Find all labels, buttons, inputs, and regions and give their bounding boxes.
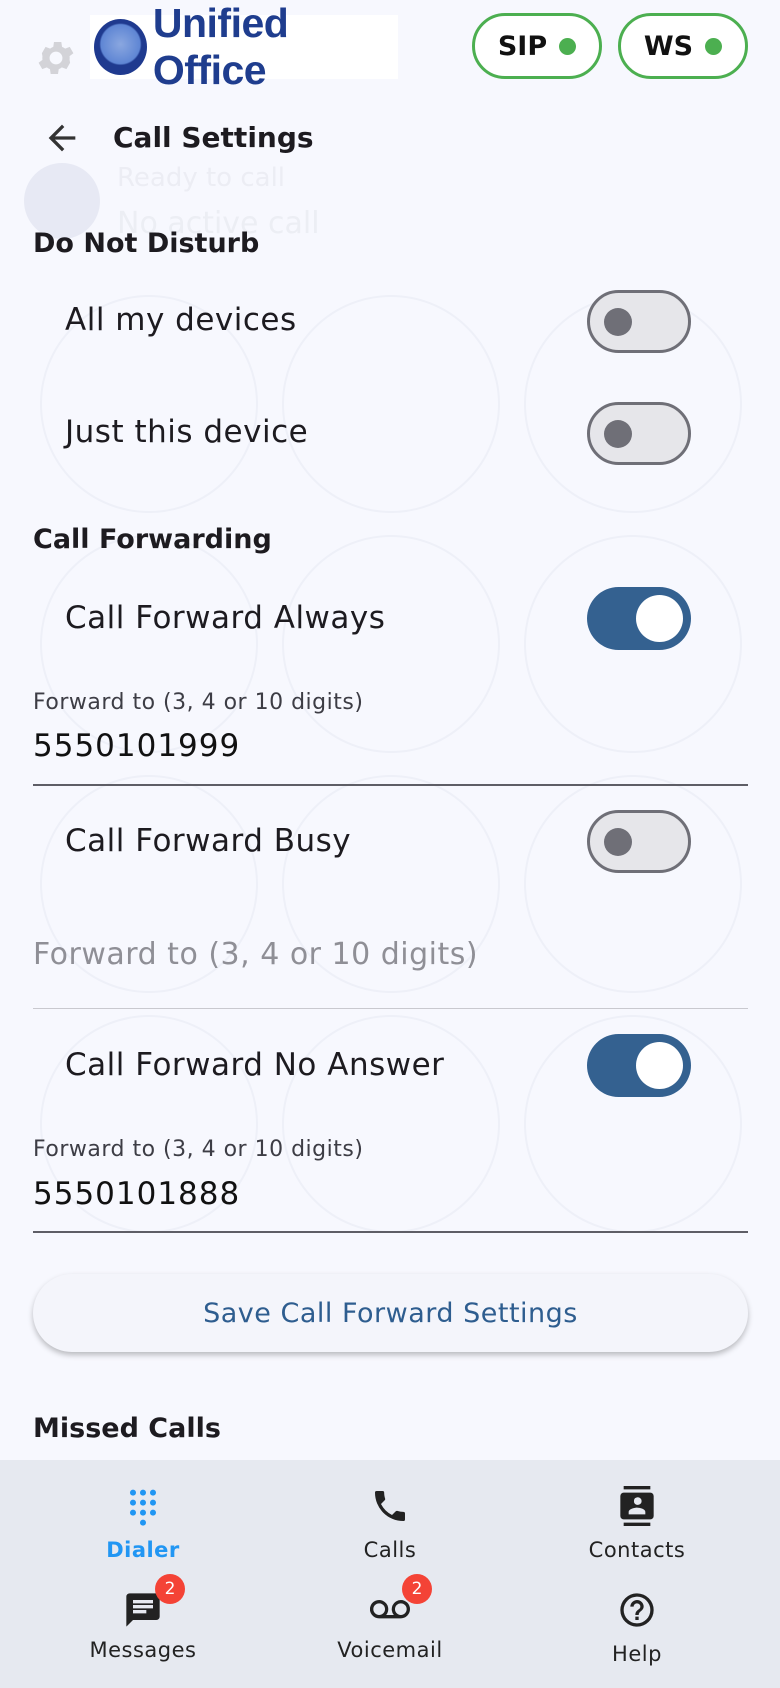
cf-always-underline [33, 784, 748, 786]
contacts-icon [620, 1486, 654, 1526]
cf-always-toggle[interactable] [587, 587, 691, 650]
missed-calls-heading: Missed Calls [33, 1413, 221, 1444]
cf-no-answer-underline [33, 1231, 748, 1233]
sip-status-pill[interactable]: SIP [472, 13, 602, 79]
ws-status-dot-icon [705, 37, 723, 55]
cf-always-input[interactable]: 5550101999 [33, 728, 240, 764]
cf-no-answer-input[interactable]: 5550101888 [33, 1176, 240, 1212]
dialpad-icon [130, 1489, 156, 1526]
help-icon [620, 1593, 654, 1627]
nav-contacts[interactable]: Contacts [537, 1486, 737, 1562]
cf-busy-input[interactable]: Forward to (3, 4 or 10 digits) [33, 937, 478, 972]
logo-mark-icon [94, 19, 147, 75]
sip-status-dot-icon [559, 37, 577, 55]
brand-logo: Unified Office [90, 0, 398, 93]
cf-no-answer-label: Call Forward No Answer [65, 1047, 445, 1083]
dnd-heading: Do Not Disturb [33, 228, 260, 259]
nav-messages[interactable]: 2 Messages [43, 1574, 243, 1662]
cf-always-label: Call Forward Always [65, 600, 386, 636]
dnd-this-device-label: Just this device [65, 414, 309, 450]
cf-no-answer-toggle[interactable] [587, 1034, 691, 1097]
messages-badge: 2 [155, 1574, 185, 1604]
back-arrow-icon[interactable] [42, 118, 82, 158]
nav-voicemail-label: Voicemail [337, 1638, 443, 1662]
save-call-forward-button[interactable]: Save Call Forward Settings [33, 1274, 748, 1352]
nav-help[interactable]: Help [537, 1590, 737, 1666]
nav-voicemail[interactable]: 2 Voicemail [290, 1574, 490, 1662]
nav-help-label: Help [612, 1642, 662, 1666]
voicemail-badge: 2 [402, 1574, 432, 1604]
cf-busy-label: Call Forward Busy [65, 823, 352, 859]
nav-contacts-label: Contacts [588, 1538, 686, 1562]
dnd-this-device-toggle[interactable] [587, 402, 691, 465]
cf-busy-underline [33, 1008, 748, 1009]
nav-dialer-label: Dialer [106, 1538, 180, 1562]
cf-busy-toggle[interactable] [587, 810, 691, 873]
ws-label: WS [643, 30, 694, 62]
ws-status-pill[interactable]: WS [618, 13, 748, 79]
nav-calls[interactable]: Calls [290, 1486, 490, 1562]
phone-icon [375, 1491, 405, 1521]
dialer-status: Ready to call [117, 163, 286, 193]
page-title: Call Settings [113, 121, 314, 154]
dnd-all-devices-label: All my devices [65, 302, 297, 338]
dnd-all-devices-toggle[interactable] [587, 290, 691, 353]
bottom-nav: Dialer Calls Contacts 2 Messages 2 Voice… [0, 1460, 780, 1688]
cf-no-answer-field-label: Forward to (3, 4 or 10 digits) [33, 1137, 364, 1162]
brand-name: Unified Office [152, 0, 289, 93]
call-forwarding-heading: Call Forwarding [33, 524, 272, 555]
nav-dialer[interactable]: Dialer [43, 1486, 243, 1562]
cf-always-field-label: Forward to (3, 4 or 10 digits) [33, 690, 364, 715]
sip-label: SIP [497, 30, 548, 62]
nav-calls-label: Calls [363, 1538, 417, 1562]
settings-gear-icon [38, 42, 74, 74]
nav-messages-label: Messages [89, 1638, 197, 1662]
